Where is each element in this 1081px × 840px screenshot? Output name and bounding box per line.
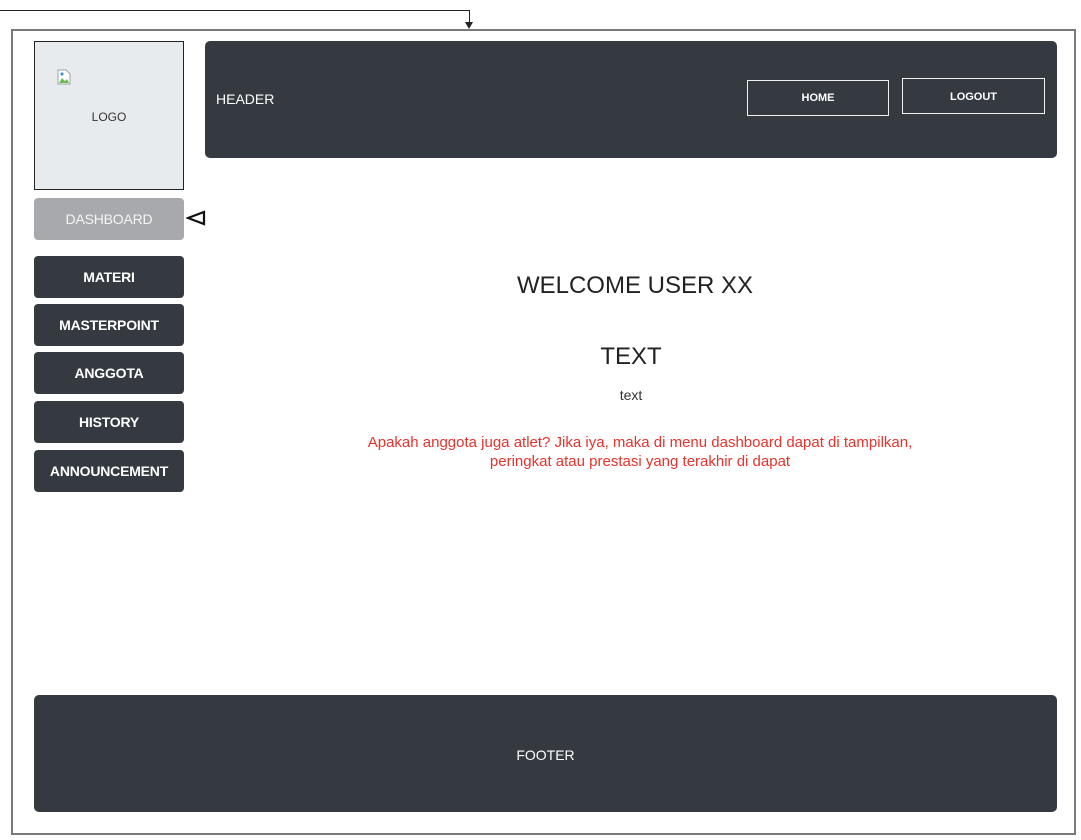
- text-heading: TEXT: [600, 343, 662, 370]
- logo: LOGO: [34, 41, 184, 190]
- note-line-2: peringkat atau prestasi yang terakhir di…: [489, 453, 791, 470]
- broken-image-icon: [57, 69, 71, 85]
- sidebar-item-anggota[interactable]: ANGGOTA: [34, 352, 184, 394]
- note-line-1: Apakah anggota juga atlet? Jika iya, mak…: [367, 434, 913, 451]
- logout-button[interactable]: LOGOUT: [902, 78, 1045, 114]
- home-button[interactable]: HOME: [747, 80, 889, 116]
- sidebar-item-materi[interactable]: MATERI: [34, 256, 184, 298]
- sidebar-item-masterpoint[interactable]: MASTERPOINT: [34, 304, 184, 346]
- text-subtext: text: [619, 387, 643, 403]
- welcome-heading: WELCOME USER XX: [516, 272, 754, 299]
- arrow-down-icon: [465, 22, 473, 29]
- header-title: HEADER: [216, 91, 275, 107]
- triangle-pointer-icon: [186, 210, 206, 226]
- sidebar-item-history[interactable]: HISTORY: [34, 401, 184, 443]
- header: HEADER HOME LOGOUT: [205, 41, 1057, 158]
- connector-line: [0, 10, 470, 11]
- logo-label: LOGO: [91, 110, 127, 124]
- sidebar-item-dashboard[interactable]: DASHBOARD: [34, 198, 184, 240]
- footer: FOOTER: [34, 695, 1057, 812]
- footer-label: FOOTER: [516, 747, 575, 763]
- athlete-note: Apakah anggota juga atlet? Jika iya, mak…: [300, 433, 980, 471]
- sidebar-item-announcement[interactable]: ANNOUNCEMENT: [34, 450, 184, 492]
